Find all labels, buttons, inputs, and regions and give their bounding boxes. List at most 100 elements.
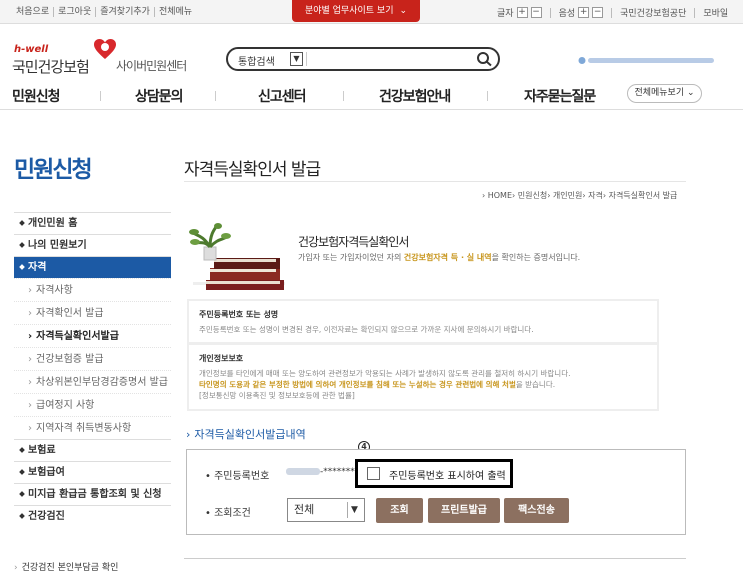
cond-label: • 조회조건 xyxy=(205,504,251,519)
sidebar-item-label: 나의 민원보기 xyxy=(28,240,87,251)
divider xyxy=(215,91,216,101)
condition-select-value: 전체 xyxy=(294,503,315,516)
logout-link[interactable]: 로그아웃 xyxy=(54,7,97,17)
mobile-link[interactable]: 모바일 xyxy=(703,6,728,19)
notice-text: 타인명의 도용과 같은 부정한 방법에 의하여 개인정보를 침해 또는 누설하는… xyxy=(199,379,647,390)
accessibility-controls: 글자 + − 음성 + − 국민건강보험공단 모바일 xyxy=(497,6,728,19)
chevron-right-icon: › xyxy=(28,331,33,342)
all-menu-label: 전체메뉴보기 xyxy=(634,88,685,98)
print-issue-button[interactable]: 프린트발급 xyxy=(428,498,500,523)
notice-text: 개인정보를 타인에게 매매 또는 양도하여 관련정보가 악용되는 사례가 발생하… xyxy=(199,369,571,378)
chevron-right-icon: › xyxy=(28,423,32,434)
cert-desc-text: 을 확인하는 증명서입니다. xyxy=(491,253,581,262)
page-title: 자격득실확인서 발급 xyxy=(184,160,321,180)
rrn-label: • 주민등록번호 xyxy=(205,467,269,482)
notice-warning: 타인명의 도용과 같은 부정한 방법에 의하여 개인정보를 침해 또는 누설하는… xyxy=(199,380,516,389)
sidebar-nav: 개인민원 홈 나의 민원보기 자격 › 자격사항 › 자격확인서 발급 › 자격득실확… xyxy=(14,212,171,527)
sidebar-item-health-checkup[interactable]: 건강검진 xyxy=(14,505,171,527)
home-link[interactable]: 처음으로 xyxy=(12,7,55,17)
sidebar-item-label: 지역자격 취득변동사항 xyxy=(36,423,132,434)
cert-desc-text: 가입자 또는 가입자이었던 자의 xyxy=(298,253,404,262)
menu-faq[interactable]: 자주묻는질문 xyxy=(524,86,596,106)
sidebar-item-label: 자격득실확인서발급 xyxy=(36,331,119,342)
sidebar-subitem-benefit-suspension[interactable]: › 급여정지 사항 xyxy=(14,393,171,416)
sidebar-subitem-copay-reduction-cert[interactable]: › 차상위본인부담경감증명서 발급 xyxy=(14,370,171,393)
divider xyxy=(694,7,696,18)
bullet-icon: • xyxy=(205,508,215,519)
divider xyxy=(306,52,307,66)
sidebar-subitem-regional-changes[interactable]: › 지역자격 취득변동사항 xyxy=(14,416,171,439)
sidebar-subitem-insurance-card[interactable]: › 건강보험증 발급 xyxy=(14,347,171,370)
bullet-icon xyxy=(19,469,25,475)
chevron-right-icon: › xyxy=(28,285,32,296)
sidebar-item-label: 건강검진 xyxy=(28,511,65,522)
notice-text: 주민등록번호 또는 성명이 변경된 경우, 이전자료는 확인되지 않으므로 가까… xyxy=(199,325,534,334)
sidebar-item-label: 자격 xyxy=(28,262,47,273)
fax-send-button[interactable]: 팩스전송 xyxy=(504,498,569,523)
sound-minus-button[interactable]: − xyxy=(592,7,604,18)
sidebar-subitem-qualification-history-cert[interactable]: › 자격득실확인서발급 xyxy=(14,324,171,347)
show-rrn-label[interactable]: 주민등록번호 표시하여 출력 xyxy=(389,467,506,482)
search-icon[interactable] xyxy=(476,51,494,67)
notice-law: [정보통신망 이용촉진 및 정보보호등에 관한 법률] xyxy=(199,391,355,400)
sidebar-subitem-qualification-details[interactable]: › 자격사항 xyxy=(14,278,171,301)
menu-report-center[interactable]: 신고센터 xyxy=(258,86,307,106)
menu-consultation[interactable]: 상담문의 xyxy=(135,86,184,106)
sound-plus-button[interactable]: + xyxy=(578,7,590,18)
font-plus-button[interactable]: + xyxy=(516,7,528,18)
font-minus-button[interactable]: − xyxy=(530,7,542,18)
sidebar-subitem-qualification-cert[interactable]: › 자격확인서 발급 xyxy=(14,301,171,324)
all-menu-link[interactable]: 전체메뉴 xyxy=(155,7,196,17)
sidebar-item-label: 개인민원 홈 xyxy=(28,218,78,229)
sidebar-item-personal-home[interactable]: 개인민원 홈 xyxy=(14,212,171,234)
site-view-label: 분야별 업무사이트 보기 xyxy=(304,6,394,16)
heart-logo-icon xyxy=(94,39,116,59)
show-rrn-checkbox[interactable] xyxy=(367,467,380,480)
brand-logo-text[interactable]: 국민건강보험 xyxy=(12,56,90,77)
search-button[interactable]: 조회 xyxy=(376,498,423,523)
tagline: h-well xyxy=(14,44,49,55)
all-menu-button[interactable]: 전체메뉴보기 ⌄ xyxy=(627,84,702,103)
breadcrumb: › HOME› 민원신청› 개인민원› 자격› 자격득실확인서 발급 xyxy=(482,191,678,200)
cond-label-text: 조회조건 xyxy=(214,508,251,519)
site-view-dropdown[interactable]: 분야별 업무사이트 보기 ⌄ xyxy=(292,0,420,22)
divider xyxy=(487,91,488,101)
condition-select[interactable]: 전체 ▼ xyxy=(287,498,365,522)
bookmark-link[interactable]: 즐겨찾기추가 xyxy=(96,7,155,17)
cert-desc-emphasis: 건강보험자격 득 · 실 내역 xyxy=(403,253,492,262)
section-title-text: 자격득실확인서발급내역 xyxy=(194,428,306,441)
bullet-icon xyxy=(19,491,25,497)
nhis-link[interactable]: 국민건강보험공단 xyxy=(620,6,686,19)
sidebar-item-benefits[interactable]: 보험급여 xyxy=(14,461,171,483)
chevron-right-icon: › xyxy=(28,308,32,319)
bullet-icon xyxy=(19,513,25,519)
menu-insurance-guide[interactable]: 건강보험안내 xyxy=(379,86,451,106)
sidebar-item-my-requests[interactable]: 나의 민원보기 xyxy=(14,234,171,256)
divider xyxy=(549,7,551,18)
chevron-down-icon: ⌄ xyxy=(687,88,695,98)
sidebar-item-label: 보험료 xyxy=(28,445,56,456)
sidebar-item-label: 급여정지 사항 xyxy=(36,400,95,411)
chevron-right-icon: › xyxy=(28,377,32,388)
sidebar-item-premium[interactable]: 보험료 xyxy=(14,439,171,461)
notice-title: 주민등록번호 또는 성명 xyxy=(199,310,279,319)
bullet-icon xyxy=(19,447,25,453)
menu-civil-request[interactable]: 민원신청 xyxy=(12,86,61,106)
books-plant-illustration xyxy=(189,223,285,290)
search-scope-dropdown[interactable]: ▼ xyxy=(290,52,303,66)
sidebar-item-label: 보험급여 xyxy=(28,467,65,478)
notice-text: 을 받습니다. xyxy=(515,380,556,389)
chevron-right-icon: › xyxy=(28,400,32,411)
sidebar-item-refund-inquiry[interactable]: 미지급 환급금 통합조회 및 신청 xyxy=(14,483,171,505)
rrn-label-text: 주민등록번호 xyxy=(214,471,270,482)
chevron-down-icon: ⌄ xyxy=(399,6,408,16)
utility-links: 처음으로 로그아웃 즐겨찾기추가 전체메뉴 xyxy=(12,7,196,17)
sidebar-item-qualification[interactable]: 자격 xyxy=(14,256,171,278)
cert-description: 가입자 또는 가입자이었던 자의 건강보험자격 득 · 실 내역을 확인하는 증… xyxy=(298,252,580,263)
chevron-right-icon: › xyxy=(14,563,18,573)
sidebar-item-label: 자격확인서 발급 xyxy=(36,308,104,319)
sidebar-item-label: 차상위본인부담경감증명서 발급 xyxy=(36,377,168,388)
bullet-icon xyxy=(19,264,25,270)
bullet-icon xyxy=(19,242,25,248)
search-scope-label[interactable]: 통합검색 xyxy=(238,53,275,68)
